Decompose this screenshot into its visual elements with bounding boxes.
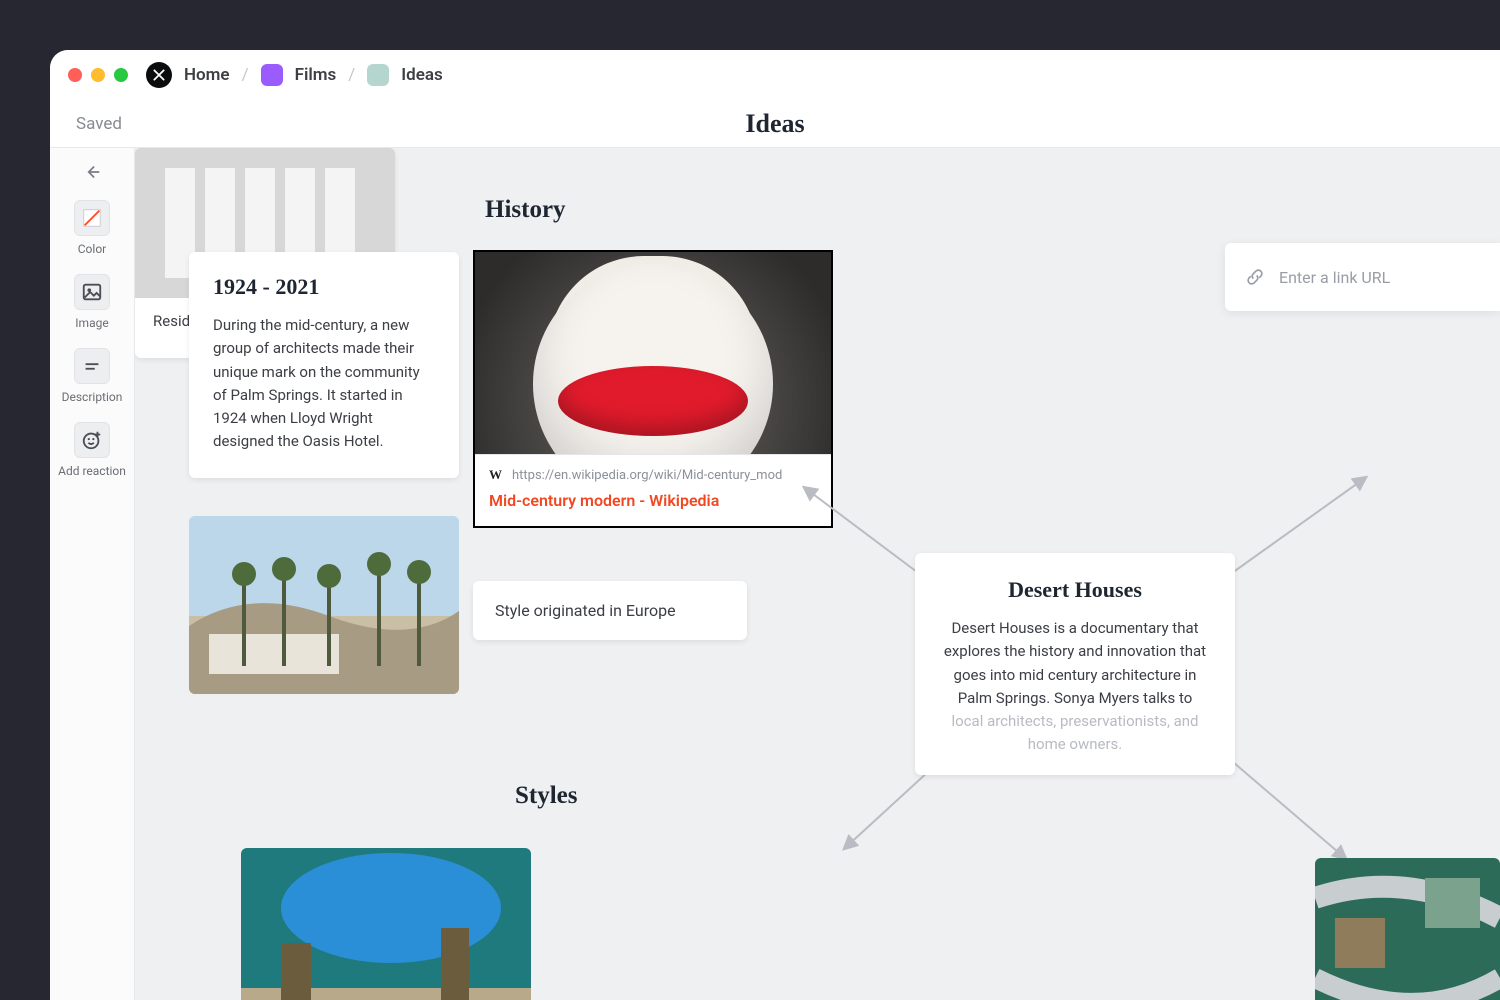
rail-item-image[interactable]: Image [74,274,110,330]
app-logo [146,62,172,88]
tool-rail: Color Image Description [50,148,135,1000]
aerial-photo[interactable] [1315,858,1500,1000]
style-origin-text: Style originated in Europe [495,601,676,620]
desert-body-faded: local architects, preservationists, and … [951,712,1198,753]
history-heading: 1924 - 2021 [213,274,435,300]
image-tool-button[interactable] [74,274,110,310]
connector-arrow-icon [1215,468,1375,588]
wiki-preview-image [475,252,831,454]
text-lines-icon [81,355,103,377]
breadcrumb-films[interactable]: Films [295,65,337,85]
style-photo-1[interactable] [241,848,531,1000]
history-body: During the mid-century, a new group of a… [213,314,435,454]
page-title: Ideas [745,109,804,139]
image-icon [81,281,103,303]
app-logo-icon [152,68,166,82]
link-url-placeholder: Enter a link URL [1279,268,1390,287]
rail-label-image: Image [75,316,108,330]
aerial-photo-icon [1315,858,1500,1000]
section-heading-history: History [485,196,566,224]
rail-label-description: Description [62,390,123,404]
smile-plus-icon [81,429,103,451]
wiki-link-card[interactable]: W https://en.wikipedia.org/wiki/Mid-cent… [473,250,833,528]
history-text-card[interactable]: 1924 - 2021 During the mid-century, a ne… [189,252,459,478]
breadcrumb-separator: / [242,65,249,85]
canvas[interactable]: History 1924 - 2021 During the mid-centu… [135,148,1500,1000]
breadcrumb-separator: / [348,65,355,85]
add-reaction-button[interactable] [74,422,110,458]
window-minimize-button[interactable] [91,68,105,82]
color-swatch-icon [81,207,103,229]
rail-item-color[interactable]: Color [74,200,110,256]
link-url-input[interactable]: Enter a link URL [1225,243,1500,311]
titlebar: Home / Films / Ideas [50,50,1500,100]
desert-body-main: Desert Houses is a documentary that expl… [944,619,1206,707]
traffic-lights [68,68,128,82]
ideas-collection-icon [367,64,389,86]
section-heading-styles: Styles [515,782,578,810]
rail-item-add-reaction[interactable]: Add reaction [58,422,126,478]
style-photo-1-icon [241,848,531,1000]
wikipedia-favicon-icon: W [489,467,502,483]
breadcrumb: Home / Films / Ideas [184,64,443,86]
subheader: Saved Ideas [50,100,1500,148]
wiki-url: https://en.wikipedia.org/wiki/Mid-centur… [512,468,782,483]
window-close-button[interactable] [68,68,82,82]
color-tool-button[interactable] [74,200,110,236]
palm-springs-photo[interactable] [189,516,459,694]
back-arrow-icon[interactable] [82,162,102,182]
films-collection-icon [261,64,283,86]
wiki-title[interactable]: Mid-century modern - Wikipedia [489,491,817,510]
breadcrumb-home[interactable]: Home [184,65,230,85]
link-icon [1245,267,1265,287]
desert-heading: Desert Houses [941,577,1209,603]
description-tool-button[interactable] [74,348,110,384]
rail-label-color: Color [78,242,106,256]
rail-label-add-reaction: Add reaction [58,464,126,478]
app-window: Home / Films / Ideas Saved Ideas Color [50,50,1500,1000]
save-status: Saved [76,114,122,134]
breadcrumb-ideas[interactable]: Ideas [401,65,442,85]
rail-item-description[interactable]: Description [62,348,123,404]
palm-springs-photo-icon [189,516,459,694]
desert-houses-card[interactable]: Desert Houses Desert Houses is a documen… [915,553,1235,775]
window-zoom-button[interactable] [114,68,128,82]
wiki-meta: W https://en.wikipedia.org/wiki/Mid-cent… [475,454,831,526]
style-origin-note[interactable]: Style originated in Europe [473,581,747,640]
